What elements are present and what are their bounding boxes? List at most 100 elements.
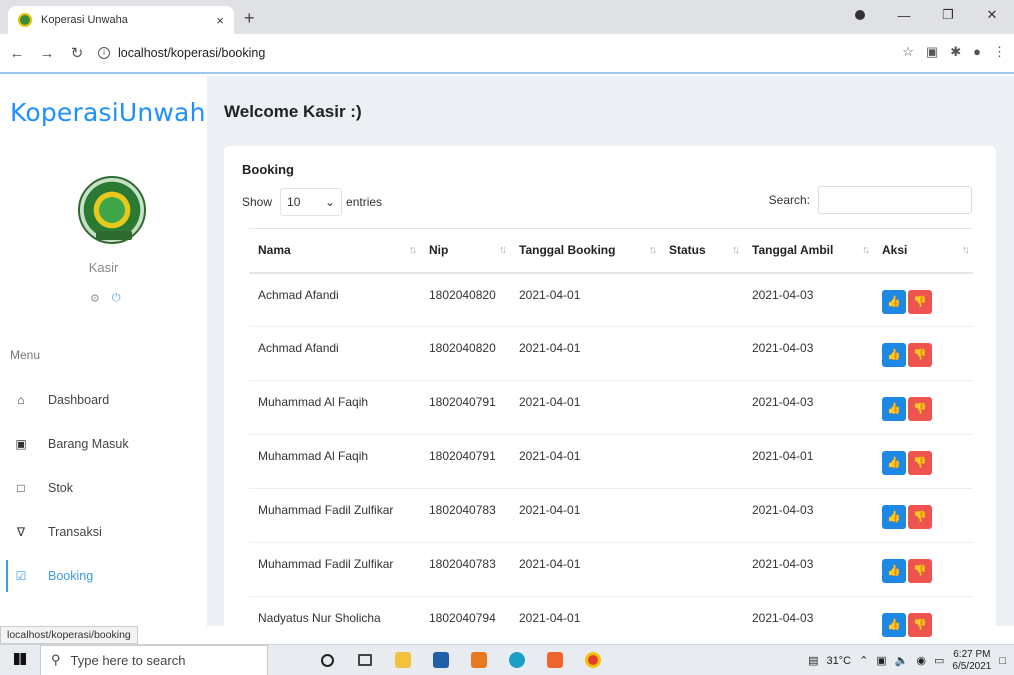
minimize-button[interactable]: — <box>882 8 926 23</box>
windows-start-icon[interactable] <box>0 652 40 668</box>
cell-status <box>660 272 743 327</box>
record-icon[interactable] <box>838 8 882 23</box>
cell-tanggal-ambil: 2021-04-03 <box>743 488 873 543</box>
approve-thumbs-up-icon[interactable]: 👍 <box>882 289 906 314</box>
sidebar-item-label: Barang Masuk <box>48 437 129 451</box>
approve-thumbs-up-icon[interactable]: 👍 <box>882 559 906 583</box>
network-icon[interactable]: ◉ <box>916 654 926 667</box>
cell-nip: 1802040783 <box>420 542 510 597</box>
sublime-text-icon[interactable] <box>460 645 498 675</box>
site-info-icon[interactable]: i <box>98 47 110 59</box>
browser-tab-strip: Koperasi Unwaha × + — ❐ ✕ <box>0 0 1014 34</box>
column-header-tanggal-ambil[interactable]: Tanggal Ambil ↑↓ <box>743 228 873 274</box>
cell-tanggal-booking: 2021-04-01 <box>510 380 660 435</box>
temperature-text: 31°C <box>826 654 852 667</box>
reject-thumbs-down-icon[interactable]: 👎 <box>908 289 932 314</box>
sidebar-item-dashboard[interactable]: ⌂ Dashboard <box>0 378 207 422</box>
cell-nama: Nadyatus Nur Sholicha <box>249 596 420 651</box>
approve-thumbs-up-icon[interactable]: 👍 <box>882 613 906 637</box>
cell-status <box>660 434 743 489</box>
back-icon[interactable]: ← <box>4 45 30 62</box>
reject-thumbs-down-icon[interactable]: 👎 <box>908 397 932 421</box>
status-bar-url: localhost/koperasi/booking <box>0 626 138 644</box>
approve-thumbs-up-icon[interactable]: 👍 <box>882 505 906 529</box>
approve-thumbs-up-icon[interactable]: 👍 <box>882 397 906 421</box>
box-icon: ▣ <box>15 437 27 451</box>
close-window-button[interactable]: ✕ <box>970 7 1014 23</box>
sidebar-item-transaksi[interactable]: ∇ Transaksi <box>0 510 207 554</box>
extension-icon[interactable]: ▣ <box>926 44 938 60</box>
cell-aksi: 👍 👎 <box>873 542 973 597</box>
bookmark-star-icon[interactable]: ☆ <box>902 44 914 60</box>
reject-thumbs-down-icon[interactable]: 👎 <box>908 559 932 583</box>
column-header-status[interactable]: Status ↑↓ <box>660 228 743 274</box>
card-title: Booking <box>242 162 294 177</box>
browser-tab[interactable]: Koperasi Unwaha × <box>8 6 234 34</box>
sidebar-item-stok[interactable]: □ Stok <box>0 466 207 510</box>
battery-icon[interactable]: ▭ <box>934 654 944 667</box>
tab-close-icon[interactable]: × <box>216 13 224 28</box>
reload-icon[interactable]: ↻ <box>64 44 90 62</box>
table-search: Search: <box>769 186 972 214</box>
page-title: Welcome Kasir :) <box>224 102 362 121</box>
approve-thumbs-up-icon[interactable]: 👍 <box>882 451 906 475</box>
weather-icon[interactable]: ▤ <box>808 654 818 667</box>
cart-icon: ∇ <box>16 525 26 539</box>
taskbar-search-box[interactable]: ⚲ Type here to search <box>40 644 268 675</box>
xampp-tray-icon[interactable]: ▣ <box>876 654 886 667</box>
forward-icon[interactable]: → <box>34 45 60 62</box>
restore-button[interactable]: ❐ <box>926 7 970 23</box>
clock[interactable]: 6:27 PM 6/5/2021 <box>952 649 991 673</box>
more-menu-icon[interactable]: ⋮ <box>993 44 1006 60</box>
mail-icon[interactable] <box>422 645 460 675</box>
gear-icon[interactable]: ⚙ <box>90 292 100 305</box>
reject-thumbs-down-icon[interactable]: 👎 <box>908 505 932 529</box>
tab-title: Koperasi Unwaha <box>41 14 128 26</box>
reject-thumbs-down-icon[interactable]: 👎 <box>908 613 932 637</box>
profile-avatar-icon[interactable]: ● <box>973 44 981 60</box>
file-explorer-icon[interactable] <box>384 645 422 675</box>
taskbar-search-placeholder: Type here to search <box>70 652 186 668</box>
approve-thumbs-up-icon[interactable]: 👍 <box>882 343 906 367</box>
puzzle-icon[interactable]: ✱ <box>950 44 961 60</box>
cell-tanggal-ambil: 2021-04-01 <box>743 434 873 489</box>
sidebar-item-barang-masuk[interactable]: ▣ Barang Masuk <box>0 422 207 466</box>
sort-icon: ↑↓ <box>862 244 870 256</box>
volume-icon[interactable]: 🔈 <box>895 654 909 667</box>
cortana-icon[interactable] <box>308 645 346 675</box>
table-row: Nadyatus Nur Sholicha 1802040794 2021-04… <box>249 596 973 651</box>
clock-time: 6:27 PM <box>953 648 991 660</box>
taskbar-apps <box>308 645 612 675</box>
table-row: Muhammad Fadil Zulfikar 1802040783 2021-… <box>249 488 973 543</box>
brand-logo-text[interactable]: KoperasiUnwaha <box>10 98 221 127</box>
column-header-nama[interactable]: Nama ↑↓ <box>249 228 420 274</box>
column-header-nip[interactable]: Nip ↑↓ <box>420 228 510 274</box>
chevron-down-icon: ⌄ <box>324 195 336 209</box>
user-role-label: Kasir <box>88 260 119 275</box>
reject-thumbs-down-icon[interactable]: 👎 <box>908 451 932 475</box>
cell-nip: 1802040791 <box>420 380 510 435</box>
search-input[interactable] <box>818 186 972 214</box>
user-actions: ⚙ ⏻ <box>90 292 121 305</box>
clipboard-icon: □ <box>17 481 25 495</box>
address-field[interactable]: i localhost/koperasi/booking <box>98 46 265 60</box>
reject-thumbs-down-icon[interactable]: 👎 <box>908 343 932 367</box>
sidebar-item-booking[interactable]: ☑ Booking <box>0 554 207 598</box>
column-header-aksi[interactable]: Aksi ↑↓ <box>873 228 973 274</box>
entries-select[interactable]: 10 ⌄ <box>280 188 343 216</box>
menu-title: Menu <box>10 348 41 362</box>
task-view-icon[interactable] <box>346 645 384 675</box>
chevron-up-icon[interactable]: ⌃ <box>859 654 868 667</box>
edge-browser-icon[interactable] <box>498 645 536 675</box>
new-tab-button[interactable]: + <box>244 8 255 29</box>
url-text: localhost/koperasi/booking <box>118 46 266 60</box>
cell-tanggal-ambil: 2021-04-03 <box>743 596 873 651</box>
cell-tanggal-booking: 2021-04-01 <box>510 542 660 597</box>
notification-icon[interactable]: □ <box>999 655 1006 667</box>
xampp-icon[interactable] <box>536 645 574 675</box>
chrome-browser-icon[interactable] <box>574 645 612 675</box>
power-icon[interactable]: ⏻ <box>112 292 121 305</box>
column-header-tanggal-booking[interactable]: Tanggal Booking ↑↓ <box>510 228 660 274</box>
sidebar-item-label: Transaksi <box>48 525 102 539</box>
cell-nip: 1802040820 <box>420 326 510 381</box>
